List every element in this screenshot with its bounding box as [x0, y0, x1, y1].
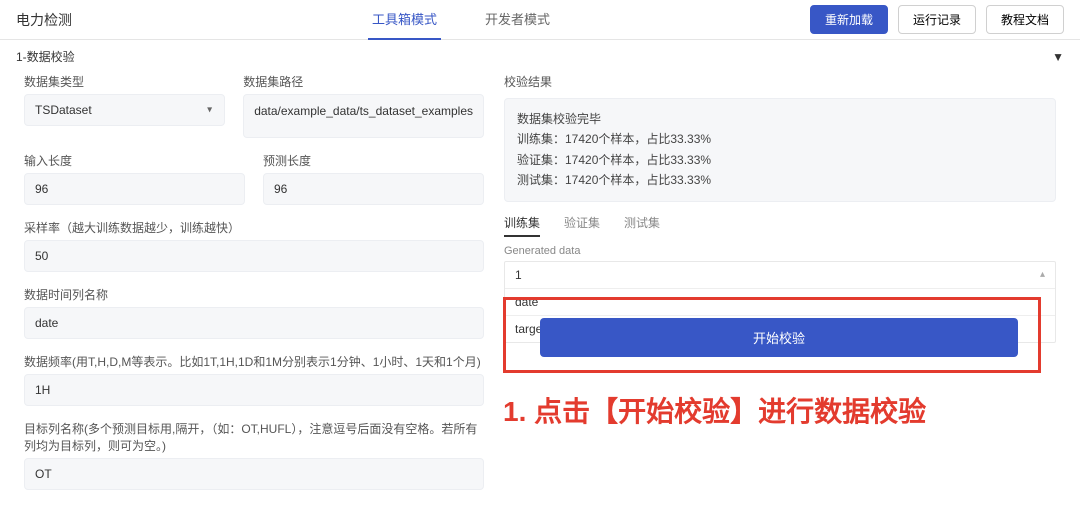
mode-tabs: 工具箱模式 开发者模式	[112, 0, 810, 40]
topbar: 电力检测 工具箱模式 开发者模式 重新加载 运行记录 教程文档	[0, 0, 1080, 40]
form-left-column: 数据集类型 TSDataset 数据集路径 data/example_data/…	[24, 73, 484, 504]
freq-input[interactable]: 1H	[24, 374, 484, 406]
predict-len-label: 预测长度	[263, 152, 484, 169]
reload-button[interactable]: 重新加载	[810, 5, 888, 34]
input-len-label: 输入长度	[24, 152, 245, 169]
dataset-path-label: 数据集路径	[243, 73, 484, 90]
input-len-value: 96	[35, 182, 48, 196]
predict-len-input[interactable]: 96	[263, 173, 484, 205]
start-validate-button[interactable]: 开始校验	[540, 318, 1018, 357]
result-title: 校验结果	[504, 73, 1056, 90]
data-tab-train[interactable]: 训练集	[504, 214, 540, 237]
freq-value: 1H	[35, 383, 50, 397]
result-line: 测试集：17420个样本，占比33.33%	[517, 170, 1043, 190]
generated-data-label: Generated data	[504, 245, 1056, 257]
dataset-type-select[interactable]: TSDataset	[24, 94, 225, 126]
dataset-type-value: TSDataset	[35, 103, 92, 117]
time-col-input[interactable]: date	[24, 307, 484, 339]
target-col-label: 目标列名称(多个预测目标用,隔开，（如：OT,HUFL），注意逗号后面没有空格。…	[24, 420, 484, 454]
dataset-tabs: 训练集 验证集 测试集	[504, 214, 1056, 237]
sample-rate-value: 50	[35, 249, 48, 263]
list-item[interactable]: date	[505, 289, 1055, 316]
sample-rate-label: 采样率（越大训练数据越少，训练越快）	[24, 219, 484, 236]
data-tab-val[interactable]: 验证集	[564, 214, 600, 237]
dataset-type-label: 数据集类型	[24, 73, 225, 90]
chevron-up-icon: ▴	[1040, 269, 1045, 280]
freq-label: 数据频率(用T,H,D,M等表示。比如1T,1H,1D和1M分别表示1分钟、1小…	[24, 353, 484, 370]
dataset-path-value: data/example_data/ts_dataset_examples	[254, 103, 473, 120]
tab-toolbox-mode[interactable]: 工具箱模式	[368, 0, 441, 40]
section-title: 1-数据校验	[16, 48, 75, 65]
dataset-path-input[interactable]: data/example_data/ts_dataset_examples	[243, 94, 484, 138]
annotation-callout: 1. 点击【开始校验】进行数据校验	[503, 390, 926, 430]
target-col-value: OT	[35, 467, 52, 481]
result-right-column: 校验结果 数据集校验完毕 训练集：17420个样本，占比33.33% 验证集：1…	[504, 73, 1056, 504]
list-item[interactable]: 1 ▴	[505, 262, 1055, 289]
collapse-icon[interactable]: ▼	[1052, 50, 1064, 64]
section-header: 1-数据校验 ▼	[16, 40, 1064, 73]
result-line: 数据集校验完毕	[517, 109, 1043, 129]
data-tab-test[interactable]: 测试集	[624, 214, 660, 237]
docs-button[interactable]: 教程文档	[986, 5, 1064, 34]
predict-len-value: 96	[274, 182, 287, 196]
result-line: 训练集：17420个样本，占比33.33%	[517, 129, 1043, 149]
page-title: 电力检测	[16, 10, 72, 30]
sample-rate-input[interactable]: 50	[24, 240, 484, 272]
time-col-value: date	[35, 316, 58, 330]
input-len-input[interactable]: 96	[24, 173, 245, 205]
target-col-input[interactable]: OT	[24, 458, 484, 490]
result-line: 验证集：17420个样本，占比33.33%	[517, 150, 1043, 170]
result-box: 数据集校验完毕 训练集：17420个样本，占比33.33% 验证集：17420个…	[504, 98, 1056, 202]
topbar-actions: 重新加载 运行记录 教程文档	[810, 5, 1064, 34]
run-log-button[interactable]: 运行记录	[898, 5, 976, 34]
time-col-label: 数据时间列名称	[24, 286, 484, 303]
tab-developer-mode[interactable]: 开发者模式	[481, 0, 554, 40]
